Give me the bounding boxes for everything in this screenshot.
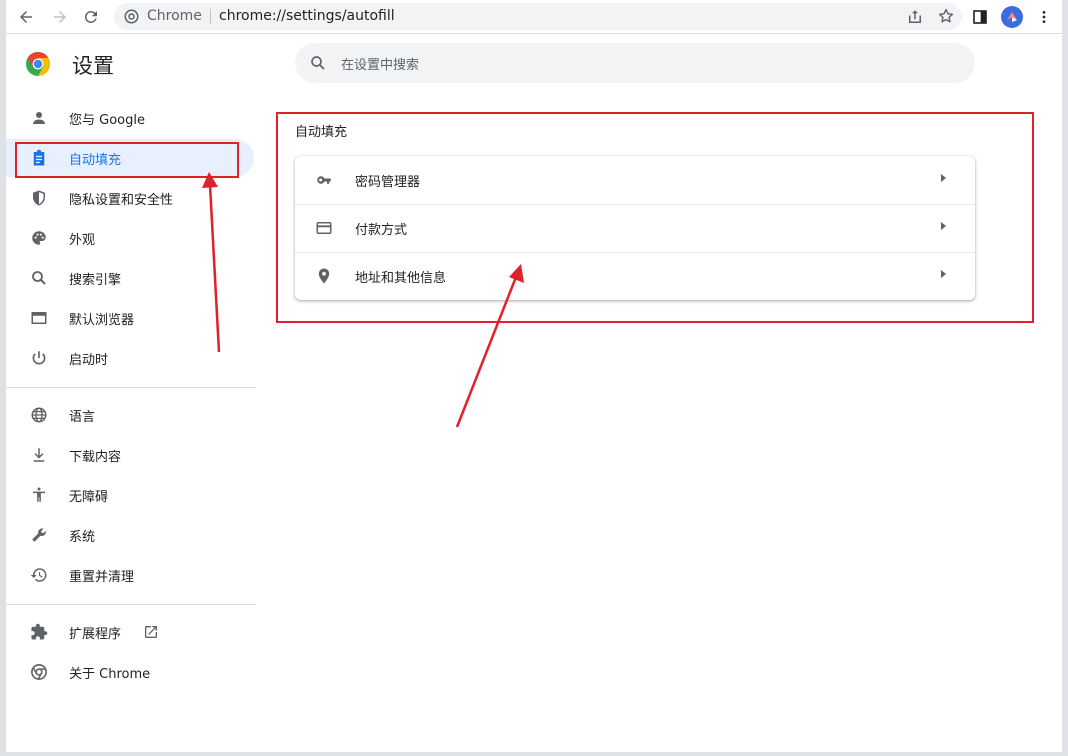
shield-icon (30, 189, 48, 207)
forward-button[interactable] (48, 5, 72, 29)
chrome-logo (26, 52, 50, 76)
sidebar-item-label: 您与 Google (69, 113, 145, 128)
power-icon (30, 349, 48, 367)
profile-button[interactable] (1000, 5, 1024, 29)
settings-search-input[interactable]: 在设置中搜索 (295, 43, 975, 83)
sidebar-item-system[interactable]: 系统 (6, 516, 254, 554)
search-icon (311, 56, 325, 70)
palette-icon (30, 229, 48, 247)
sidebar-item-label: 外观 (69, 233, 96, 248)
reload-button[interactable] (79, 5, 103, 29)
sidebar-item-appearance[interactable]: 外观 (6, 219, 254, 257)
omnibox-divider (210, 9, 211, 24)
wrench-icon (30, 526, 48, 544)
sidebar-item-label: 无障碍 (69, 490, 109, 505)
bookmark-star-icon[interactable] (937, 7, 955, 25)
sidebar-item-reset[interactable]: 重置并清理 (6, 556, 254, 594)
sidebar-item-on-startup[interactable]: 启动时 (6, 339, 254, 377)
person-icon (30, 109, 48, 127)
sidebar-item-languages[interactable]: 语言 (6, 396, 254, 434)
browser-toolbar: Chrome chrome://settings/autofill (6, 0, 1062, 34)
sidebar-item-label: 下载内容 (69, 450, 122, 465)
back-button[interactable] (14, 5, 38, 29)
page-title: 设置 (72, 54, 114, 78)
restore-icon (30, 566, 48, 584)
address-bar[interactable]: Chrome chrome://settings/autofill (114, 3, 962, 30)
sidebar-item-downloads[interactable]: 下载内容 (6, 436, 254, 474)
share-icon[interactable] (906, 8, 924, 26)
sidebar-item-you-and-google[interactable]: 您与 Google (6, 99, 254, 137)
browser-icon (30, 309, 48, 327)
sidebar-item-label: 隐私设置和安全性 (69, 193, 174, 208)
sidebar-item-search-engine[interactable]: 搜索引擎 (6, 259, 254, 297)
sidebar-item-accessibility[interactable]: 无障碍 (6, 476, 254, 514)
chrome-icon (124, 9, 139, 24)
sidebar-item-label: 扩展程序 (69, 627, 122, 642)
sidebar-divider (6, 604, 256, 605)
side-panel-icon (973, 10, 987, 24)
browser-window: Chrome chrome://settings/autofill 设置 您与 … (0, 0, 1068, 756)
download-icon (30, 446, 48, 464)
sidebar-item-privacy[interactable]: 隐私设置和安全性 (6, 179, 254, 217)
sidebar-item-label: 启动时 (69, 353, 109, 368)
avatar (1001, 6, 1023, 28)
side-panel-button[interactable] (968, 5, 992, 29)
sidebar-item-label: 系统 (69, 530, 96, 545)
sidebar-item-about-chrome[interactable]: 关于 Chrome (6, 653, 254, 691)
sidebar-item-label: 默认浏览器 (69, 313, 135, 328)
forward-arrow-icon (54, 11, 66, 23)
menu-button[interactable] (1032, 5, 1056, 29)
sidebar-item-label: 搜索引擎 (69, 273, 122, 288)
more-vert-icon (1042, 11, 1046, 23)
sidebar-item-extensions[interactable]: 扩展程序 (6, 613, 254, 651)
annotation-box-autofill-nav (15, 142, 239, 178)
annotation-box-autofill-section (276, 112, 1034, 323)
url-text[interactable]: chrome://settings/autofill (219, 8, 395, 24)
search-icon (30, 269, 48, 287)
sidebar-item-label: 关于 Chrome (69, 667, 151, 682)
search-placeholder: 在设置中搜索 (341, 58, 420, 73)
chrome-icon (30, 663, 48, 681)
open-in-new-icon (145, 626, 157, 638)
globe-icon (30, 406, 48, 424)
sidebar-divider (6, 387, 256, 388)
accessibility-icon (30, 486, 48, 504)
sidebar-item-label: 语言 (69, 410, 96, 425)
reload-icon (84, 10, 97, 23)
back-arrow-icon (20, 11, 32, 23)
sidebar-item-default-browser[interactable]: 默认浏览器 (6, 299, 254, 337)
puzzle-icon (30, 623, 48, 641)
site-chip-label: Chrome (147, 8, 202, 24)
sidebar-item-label: 重置并清理 (69, 570, 135, 585)
